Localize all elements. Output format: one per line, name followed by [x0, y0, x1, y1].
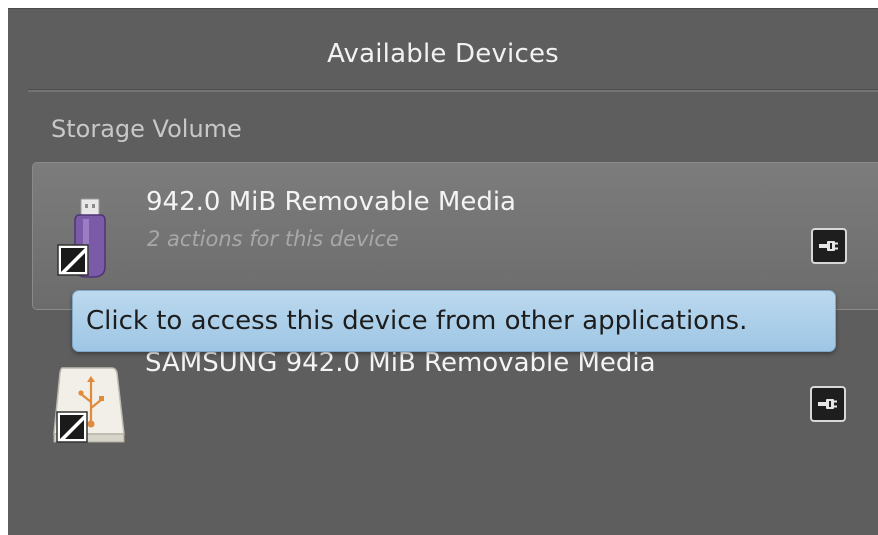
title-divider [28, 89, 878, 92]
available-devices-panel: Available Devices Storage Volume 942.0 M… [8, 8, 878, 535]
eject-button[interactable] [811, 228, 847, 264]
eject-button[interactable] [810, 386, 846, 422]
eject-plug-icon [818, 399, 837, 409]
device-actions-count: 2 actions for this device [147, 227, 399, 251]
device-row-usb[interactable]: 942.0 MiB Removable Media 2 actions for … [32, 162, 878, 310]
panel-title: Available Devices [327, 39, 559, 69]
device-tooltip: Click to access this device from other a… [72, 290, 836, 352]
device-name: 942.0 MiB Removable Media [146, 187, 516, 217]
removable-disk-icon [50, 364, 125, 448]
device-name: SAMSUNG 942.0 MiB Removable Media [145, 348, 656, 378]
section-label-storage-volume: Storage Volume [51, 115, 242, 143]
usb-drive-icon [55, 197, 115, 281]
eject-plug-icon [819, 241, 838, 251]
